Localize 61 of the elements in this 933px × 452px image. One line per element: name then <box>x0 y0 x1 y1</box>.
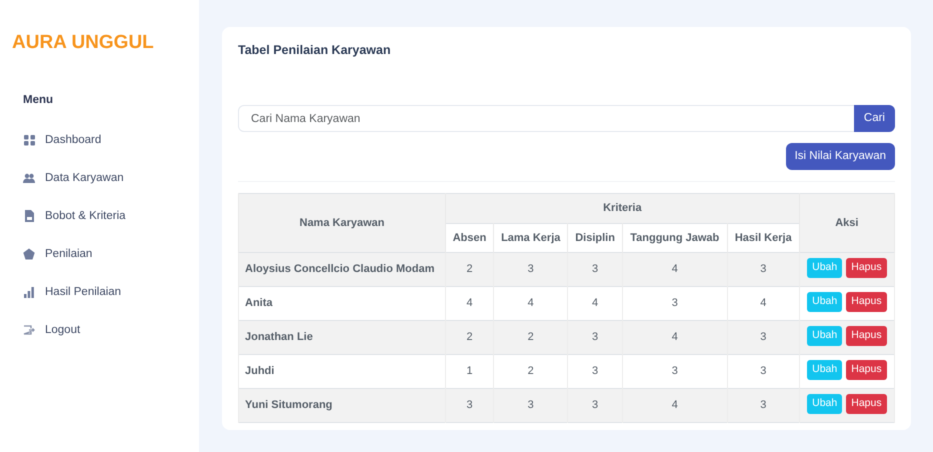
table-cell: 3 <box>494 252 568 287</box>
add-button[interactable]: Isi Nilai Karyawan <box>786 143 895 170</box>
search-button[interactable]: Cari <box>854 105 895 132</box>
table-cell: 4 <box>727 286 800 321</box>
table-cell: 3 <box>622 354 728 389</box>
delete-button[interactable]: Hapus <box>846 292 887 312</box>
table-cell: Anita <box>238 286 446 321</box>
column-header: Disiplin <box>568 223 622 253</box>
table-cell: 4 <box>494 286 568 321</box>
sidebar-item[interactable]: Hasil Penilaian <box>23 273 199 312</box>
table-cell: 4 <box>446 286 494 321</box>
card-title: Tabel Penilaian Karyawan <box>238 43 392 58</box>
table-cell: 4 <box>622 252 728 287</box>
table-cell: 4 <box>622 388 728 423</box>
table-cell: 4 <box>568 286 622 321</box>
document-icon <box>23 210 35 222</box>
column-header: Hasil Kerja <box>727 223 800 253</box>
table-cell: 3 <box>446 388 494 423</box>
delete-button[interactable]: Hapus <box>846 326 887 346</box>
table-cell: 2 <box>446 252 494 287</box>
table-cell: 3 <box>568 354 622 389</box>
delete-button[interactable]: Hapus <box>846 360 887 380</box>
column-header: Aksi <box>799 194 894 253</box>
column-header: Lama Kerja <box>494 223 568 253</box>
table-cell: 3 <box>622 286 728 321</box>
logout-icon <box>23 324 35 336</box>
table-cell: 3 <box>568 320 622 355</box>
sidebar-item[interactable]: Penilaian <box>23 235 199 274</box>
brand-logo: AURA UNGGUL <box>11 31 155 52</box>
column-header: Absen <box>446 223 494 253</box>
table-cell: 3 <box>727 252 800 287</box>
grid-icon <box>23 134 35 146</box>
sidebar-item[interactable]: Data Karyawan <box>23 159 199 198</box>
column-header: Tanggung Jawab <box>622 223 728 253</box>
table-cell: 3 <box>727 354 800 389</box>
table-cell: 4 <box>622 320 728 355</box>
table-cell: Aloysius Concellcio Claudio Modam <box>238 252 446 287</box>
delete-button[interactable]: Hapus <box>846 394 887 414</box>
sidebar-item[interactable]: Dashboard <box>23 121 199 160</box>
table-cell: 1 <box>446 354 494 389</box>
column-header: Kriteria <box>446 194 800 224</box>
table-cell: 3 <box>727 388 800 423</box>
pentagon-icon <box>23 248 35 260</box>
table-cell: 3 <box>494 388 568 423</box>
table-cell: 3 <box>727 320 800 355</box>
table-cell: Jonathan Lie <box>238 320 446 355</box>
table-cell: 3 <box>568 252 622 287</box>
sidebar-item[interactable]: Logout <box>23 311 199 350</box>
users-icon <box>23 172 35 184</box>
search-field[interactable]: Cari Nama Karyawan <box>238 105 855 132</box>
delete-button[interactable]: Hapus <box>846 258 887 278</box>
table-cell: 2 <box>494 320 568 355</box>
column-header: Nama Karyawan <box>238 194 446 253</box>
sidebar-item[interactable]: Bobot & Kriteria <box>23 197 199 236</box>
menu-heading: Menu <box>23 93 54 108</box>
table-cell: 2 <box>446 320 494 355</box>
bar-chart-icon <box>23 286 35 298</box>
table-cell: Juhdi <box>238 354 446 389</box>
table-cell: Yuni Situmorang <box>238 388 446 423</box>
table-cell: 3 <box>568 388 622 423</box>
table-cell: 2 <box>494 354 568 389</box>
